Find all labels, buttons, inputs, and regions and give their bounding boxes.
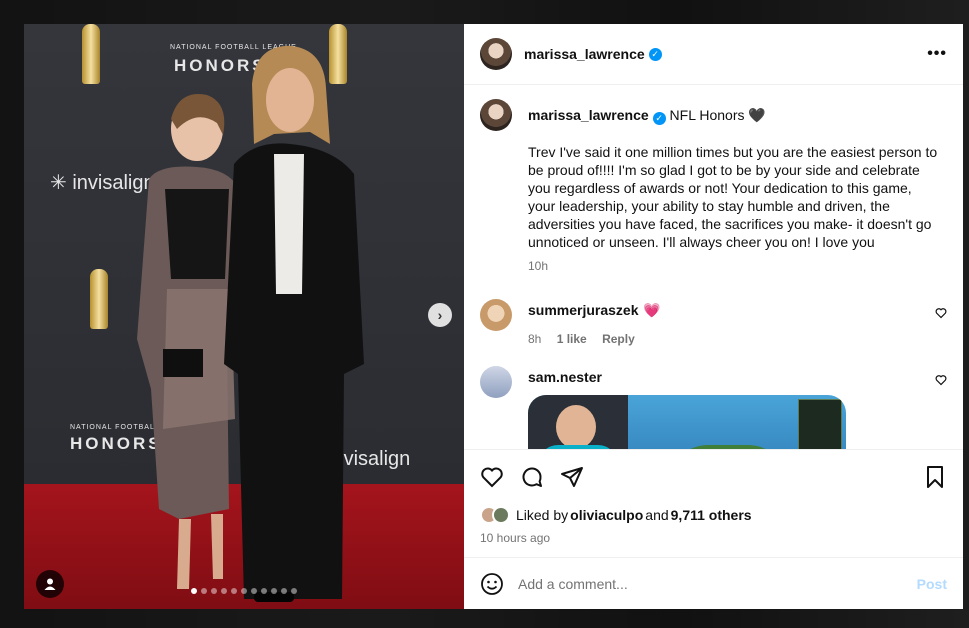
carousel-dot xyxy=(271,588,277,594)
add-comment-bar: Post xyxy=(464,557,963,609)
liker-avatars[interactable] xyxy=(480,506,510,524)
like-comment-heart-icon[interactable] xyxy=(935,307,947,319)
caption-text: Trev I've said it one million times but … xyxy=(528,143,938,250)
post-modal: NATIONAL FOOTBALL LEAGUE HONORS NATIONAL… xyxy=(24,24,963,609)
comment-likes[interactable]: 1 like xyxy=(557,332,587,346)
man-figure xyxy=(224,45,364,602)
commenter-username[interactable]: sam.nester xyxy=(528,369,602,385)
like-comment-heart-icon[interactable] xyxy=(935,374,947,386)
post-actions xyxy=(464,449,963,503)
caption: marissa_lawrence ✓ NFL Honors 🖤 Trev I've… xyxy=(480,99,947,273)
comment-image[interactable] xyxy=(528,394,846,449)
add-comment-input[interactable] xyxy=(518,575,917,592)
post-header: marissa_lawrence ✓ ••• xyxy=(464,24,963,85)
carousel-dot xyxy=(221,588,227,594)
caption-time[interactable]: 10h xyxy=(528,259,942,273)
carousel-dot xyxy=(201,588,207,594)
carousel-dot xyxy=(261,588,267,594)
comment-item: summerjuraszek 💗 8h 1 like Reply xyxy=(480,298,947,346)
carousel-dot xyxy=(291,588,297,594)
like-heart-icon[interactable] xyxy=(480,465,504,489)
liker-username[interactable]: oliviaculpo xyxy=(570,507,643,523)
commenter-avatar[interactable] xyxy=(480,298,512,331)
likes-summary: Liked by oliviaculpo and 9,711 others xyxy=(464,503,963,527)
verified-badge-icon: ✓ xyxy=(652,111,666,125)
comment-image-face xyxy=(556,404,596,449)
likes-count[interactable]: 9,711 others xyxy=(671,507,752,523)
likes-and: and xyxy=(645,507,669,523)
post-sidebar: marissa_lawrence ✓ ••• marissa_lawrence ✓… xyxy=(464,24,963,609)
next-arrow-button[interactable]: › xyxy=(428,303,452,327)
commenter-avatar[interactable] xyxy=(480,365,512,398)
carousel-indicator xyxy=(24,588,464,594)
comment-item: sam.nester xyxy=(480,365,947,449)
carousel-dot xyxy=(191,588,197,594)
emoji-icon[interactable] xyxy=(480,572,504,596)
comment-time[interactable]: 8h xyxy=(528,332,541,346)
carousel-dot xyxy=(231,588,237,594)
trophy-graphic xyxy=(90,269,108,329)
posted-time[interactable]: 10 hours ago xyxy=(464,527,963,557)
trophy-graphic xyxy=(82,24,100,84)
comment-image-minimap xyxy=(798,398,842,449)
save-bookmark-icon[interactable] xyxy=(923,465,947,489)
verified-badge-icon: ✓ xyxy=(648,47,662,61)
carousel-dot xyxy=(211,588,217,594)
caption-username[interactable]: marissa_lawrence xyxy=(528,107,649,123)
commenter-username[interactable]: summerjuraszek xyxy=(528,302,639,318)
author-username[interactable]: marissa_lawrence xyxy=(524,46,645,62)
caption-avatar[interactable] xyxy=(480,99,512,131)
share-paper-plane-icon[interactable] xyxy=(560,465,584,489)
likes-prefix: Liked by xyxy=(516,507,569,523)
comment-image-island xyxy=(668,444,788,449)
carousel-dot xyxy=(241,588,247,594)
comments-section[interactable]: marissa_lawrence ✓ NFL Honors 🖤 Trev I've… xyxy=(464,85,963,449)
caption-title: NFL Honors 🖤 xyxy=(669,107,766,123)
post-photo[interactable]: NATIONAL FOOTBALL LEAGUE HONORS NATIONAL… xyxy=(24,24,464,609)
reply-button[interactable]: Reply xyxy=(602,332,635,346)
post-comment-button[interactable]: Post xyxy=(917,576,947,592)
carousel-dot xyxy=(281,588,287,594)
liker-avatar xyxy=(492,506,510,524)
author-avatar[interactable] xyxy=(480,38,512,70)
carousel-dot xyxy=(251,588,257,594)
more-options-icon[interactable]: ••• xyxy=(927,45,947,63)
comment-text: 💗 xyxy=(642,301,661,318)
comment-bubble-icon[interactable] xyxy=(520,465,544,489)
